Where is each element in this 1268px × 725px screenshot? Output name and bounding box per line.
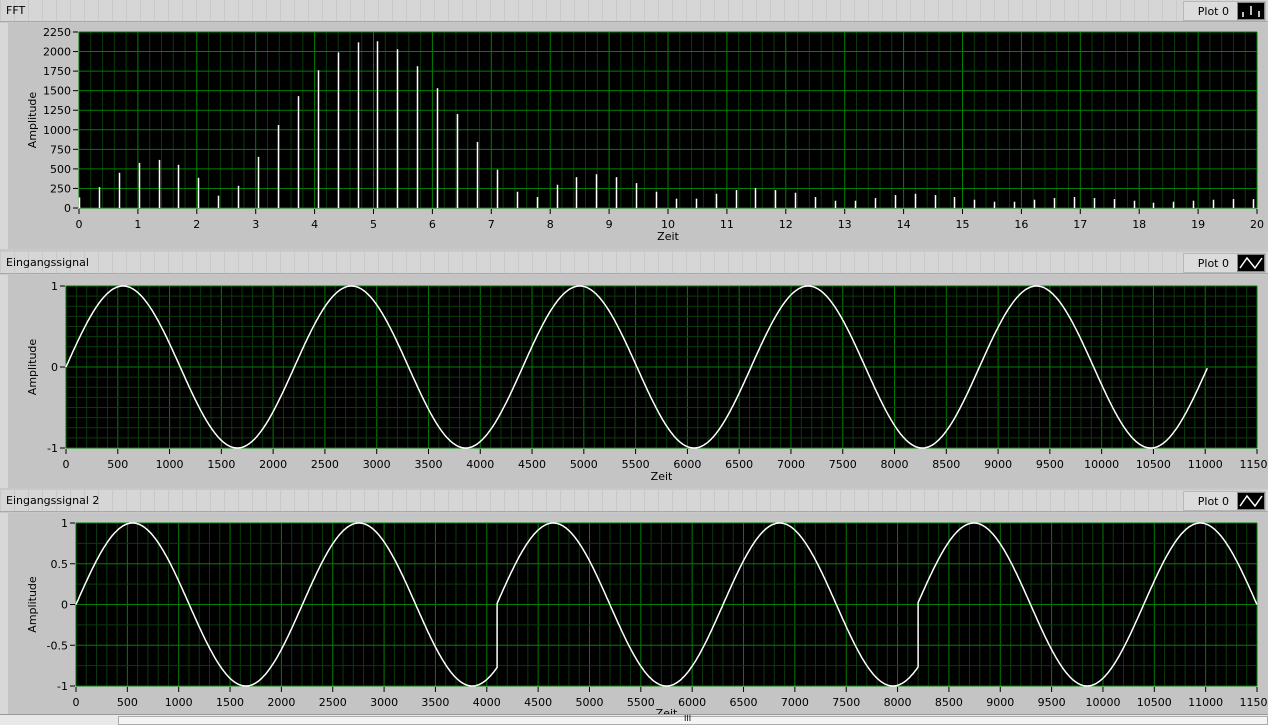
x-axis-label: Zeit xyxy=(651,470,673,483)
x-tick-label: 0 xyxy=(63,458,70,471)
x-tick-label: 8500 xyxy=(932,458,960,471)
x-tick-label: 2000 xyxy=(259,458,287,471)
x-tick-label: 15 xyxy=(956,218,970,231)
x-tick-label: 7500 xyxy=(832,696,860,709)
y-tick-label: 0 xyxy=(51,361,58,374)
x-tick-label: 8000 xyxy=(881,458,909,471)
x-tick-label: 6000 xyxy=(673,458,701,471)
y-tick-label: 1 xyxy=(51,280,58,293)
y-tick-label: 750 xyxy=(50,143,71,156)
y-axis-label: Amplitude xyxy=(26,576,39,633)
x-tick-label: 9500 xyxy=(1036,458,1064,471)
x-tick-label: 0 xyxy=(76,218,83,231)
x-tick-label: 5500 xyxy=(622,458,650,471)
y-tick-label: 1750 xyxy=(43,65,71,78)
scrollbar-thumb[interactable]: III xyxy=(118,714,1268,725)
x-tick-label: 6500 xyxy=(730,696,758,709)
x-tick-label: 9000 xyxy=(986,696,1014,709)
y-tick-label: 500 xyxy=(50,163,71,176)
x-tick-label: 7000 xyxy=(777,458,805,471)
x-tick-label: 11000 xyxy=(1188,458,1223,471)
x-tick-label: 7500 xyxy=(829,458,857,471)
x-axis-label: Zeit xyxy=(657,230,679,243)
y-axis-label: Amplitude xyxy=(26,92,39,149)
x-tick-label: 3500 xyxy=(414,458,442,471)
x-tick-label: 4 xyxy=(311,218,318,231)
x-tick-label: 11500 xyxy=(1240,458,1268,471)
x-tick-label: 9000 xyxy=(984,458,1012,471)
charts-layer: 0 1 2 3 4 5 6 7 8 9 10 11 12 13 14 15 16 17 18 19 2002505007… xyxy=(26,26,1268,720)
y-axis-label: Amplitude xyxy=(26,339,39,396)
x-tick-label: 2500 xyxy=(311,458,339,471)
x-tick-label: 9 xyxy=(606,218,613,231)
x-tick-label: 14 xyxy=(897,218,911,231)
x-tick-label: 1000 xyxy=(156,458,184,471)
x-tick-label: 8 xyxy=(547,218,554,231)
y-tick-label: -0.5 xyxy=(47,639,68,652)
x-tick-label: 7 xyxy=(488,218,495,231)
y-tick-label: 250 xyxy=(50,182,71,195)
x-tick-label: 5 xyxy=(370,218,377,231)
x-tick-label: 5500 xyxy=(627,696,655,709)
x-tick-label: 3500 xyxy=(421,696,449,709)
x-tick-label: 7000 xyxy=(781,696,809,709)
x-tick-label: 12 xyxy=(779,218,793,231)
y-tick-label: 1500 xyxy=(43,85,71,98)
y-tick-label: 1 xyxy=(61,517,68,530)
y-tick-label: -1 xyxy=(57,680,68,693)
y-tick-label: 0 xyxy=(64,202,71,215)
x-tick-label: 2 xyxy=(193,218,200,231)
x-tick-label: 10000 xyxy=(1084,458,1119,471)
x-tick-label: 11500 xyxy=(1240,696,1268,709)
x-tick-label: 1 xyxy=(134,218,141,231)
x-tick-label: 4000 xyxy=(466,458,494,471)
x-tick-label: 500 xyxy=(117,696,138,709)
x-tick-label: 6500 xyxy=(725,458,753,471)
scrollbar-grip: III xyxy=(684,714,692,723)
x-tick-label: 4000 xyxy=(473,696,501,709)
x-tick-label: 11 xyxy=(720,218,734,231)
y-tick-label: 0 xyxy=(61,599,68,612)
horizontal-scrollbar[interactable]: III xyxy=(0,714,1268,725)
x-tick-label: 10500 xyxy=(1136,458,1171,471)
chart-1: 0 500 1000 1500 2000 2500 3000 3500 4000 4500 5000… xyxy=(26,280,1268,483)
x-tick-label: 19 xyxy=(1191,218,1205,231)
chart-0: 0 1 2 3 4 5 6 7 8 9 10 11 12 13 14 15 16 17 18 19 2002505007… xyxy=(26,26,1264,243)
x-tick-label: 5000 xyxy=(575,696,603,709)
x-tick-label: 6000 xyxy=(678,696,706,709)
x-tick-label: 8000 xyxy=(884,696,912,709)
x-tick-label: 1500 xyxy=(207,458,235,471)
x-tick-label: 4500 xyxy=(524,696,552,709)
y-tick-label: 1000 xyxy=(43,124,71,137)
x-tick-label: 3000 xyxy=(363,458,391,471)
x-tick-label: 16 xyxy=(1014,218,1028,231)
y-tick-label: 0.5 xyxy=(51,558,69,571)
x-tick-label: 5000 xyxy=(570,458,598,471)
x-tick-label: 9500 xyxy=(1038,696,1066,709)
chart-2: 0 500 1000 1500 2000 2500 3000 3500 4000 4500 5000… xyxy=(26,517,1268,720)
x-tick-label: 2000 xyxy=(267,696,295,709)
x-tick-label: 18 xyxy=(1132,218,1146,231)
x-tick-label: 8500 xyxy=(935,696,963,709)
y-tick-label: -1 xyxy=(47,442,58,455)
y-tick-label: 2250 xyxy=(43,26,71,39)
x-tick-label: 17 xyxy=(1073,218,1087,231)
x-tick-label: 1000 xyxy=(165,696,193,709)
x-tick-label: 10000 xyxy=(1085,696,1120,709)
x-tick-label: 10500 xyxy=(1137,696,1172,709)
x-tick-label: 3 xyxy=(252,218,259,231)
x-tick-label: 1500 xyxy=(216,696,244,709)
y-tick-label: 2000 xyxy=(43,46,71,59)
x-tick-label: 6 xyxy=(429,218,436,231)
x-tick-label: 0 xyxy=(73,696,80,709)
y-tick-label: 1250 xyxy=(43,104,71,117)
x-tick-label: 11000 xyxy=(1188,696,1223,709)
x-tick-label: 500 xyxy=(107,458,128,471)
x-tick-label: 3000 xyxy=(370,696,398,709)
x-tick-label: 4500 xyxy=(518,458,546,471)
x-tick-label: 13 xyxy=(838,218,852,231)
x-tick-label: 2500 xyxy=(319,696,347,709)
x-tick-label: 20 xyxy=(1250,218,1264,231)
